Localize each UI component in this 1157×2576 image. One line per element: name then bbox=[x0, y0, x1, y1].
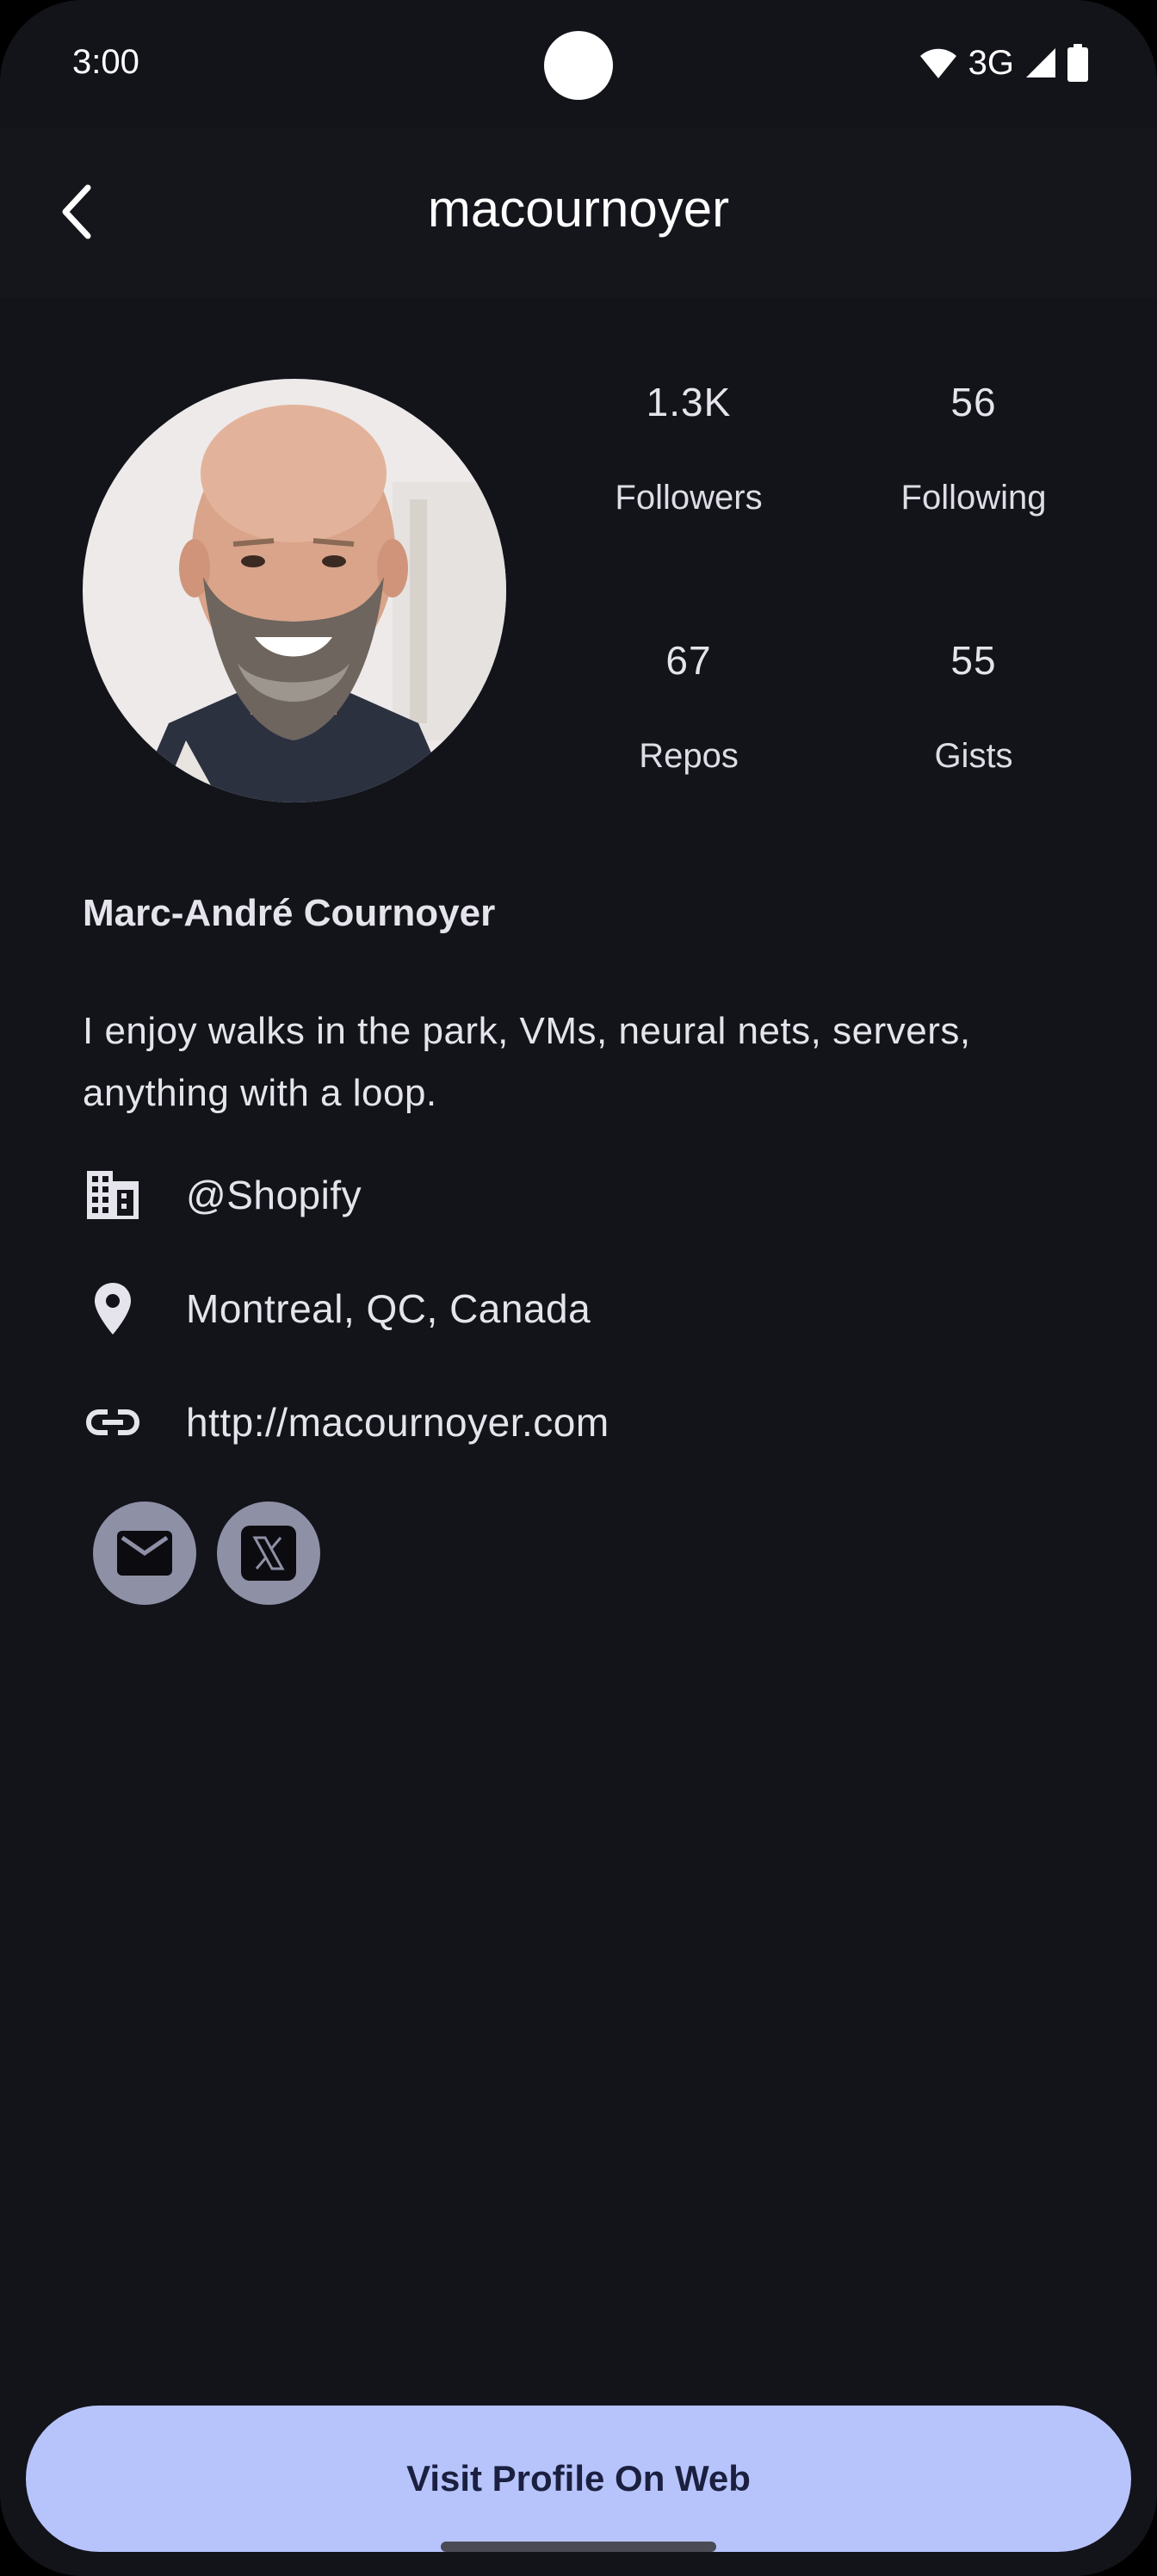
x-profile-button[interactable] bbox=[217, 1502, 320, 1605]
stat-repos[interactable]: 67 Repos bbox=[551, 637, 826, 776]
full-name: Marc-André Cournoyer bbox=[83, 892, 496, 934]
bio: I enjoy walks in the park, VMs, neural n… bbox=[83, 1010, 971, 1114]
stat-value: 56 bbox=[950, 380, 997, 424]
cell-signal-icon bbox=[1026, 48, 1055, 77]
stat-gists[interactable]: 55 Gists bbox=[836, 637, 1111, 776]
page-title: macournoyer bbox=[427, 180, 730, 238]
stat-label: Following bbox=[900, 479, 1047, 517]
visit-profile-web-button[interactable]: Visit Profile On Web bbox=[26, 2406, 1131, 2552]
stat-following[interactable]: 56 Following bbox=[836, 379, 1111, 517]
building-icon bbox=[83, 1165, 143, 1225]
home-indicator[interactable] bbox=[441, 2542, 716, 2552]
company-text: @Shopify bbox=[186, 1173, 362, 1217]
company-row: @Shopify bbox=[83, 1161, 362, 1229]
app-bar: macournoyer bbox=[0, 129, 1157, 298]
email-button[interactable] bbox=[93, 1502, 196, 1605]
battery-icon bbox=[1067, 44, 1088, 82]
stat-followers[interactable]: 1.3K Followers bbox=[551, 379, 826, 517]
camera-cutout bbox=[544, 31, 613, 100]
stat-value: 55 bbox=[950, 638, 997, 683]
x-twitter-icon bbox=[241, 1526, 296, 1581]
visit-profile-web-label: Visit Profile On Web bbox=[406, 2458, 751, 2499]
email-icon bbox=[117, 1531, 172, 1576]
link-icon bbox=[83, 1392, 143, 1452]
status-time: 3:00 bbox=[72, 43, 139, 81]
location-pin-icon bbox=[83, 1279, 143, 1339]
network-type: 3G bbox=[968, 43, 1014, 82]
status-bar: 3:00 3G bbox=[0, 0, 1157, 129]
stat-value: 1.3K bbox=[646, 380, 732, 424]
stat-label: Followers bbox=[615, 479, 763, 517]
avatar-photo bbox=[83, 379, 506, 802]
avatar bbox=[83, 379, 506, 802]
phone-screen: 3:00 3G macournoyer 1.3K Followers 56 Fo… bbox=[0, 0, 1157, 2576]
status-icons: 3G bbox=[919, 41, 1088, 84]
website-link[interactable]: http://macournoyer.com bbox=[186, 1399, 609, 1446]
stat-label: Gists bbox=[934, 737, 1013, 775]
wifi-icon bbox=[919, 48, 956, 78]
stat-label: Repos bbox=[639, 737, 739, 775]
website-row[interactable]: http://macournoyer.com bbox=[83, 1388, 609, 1457]
stat-value: 67 bbox=[665, 638, 712, 683]
location-row: Montreal, QC, Canada bbox=[83, 1274, 591, 1343]
location-text: Montreal, QC, Canada bbox=[186, 1286, 591, 1331]
